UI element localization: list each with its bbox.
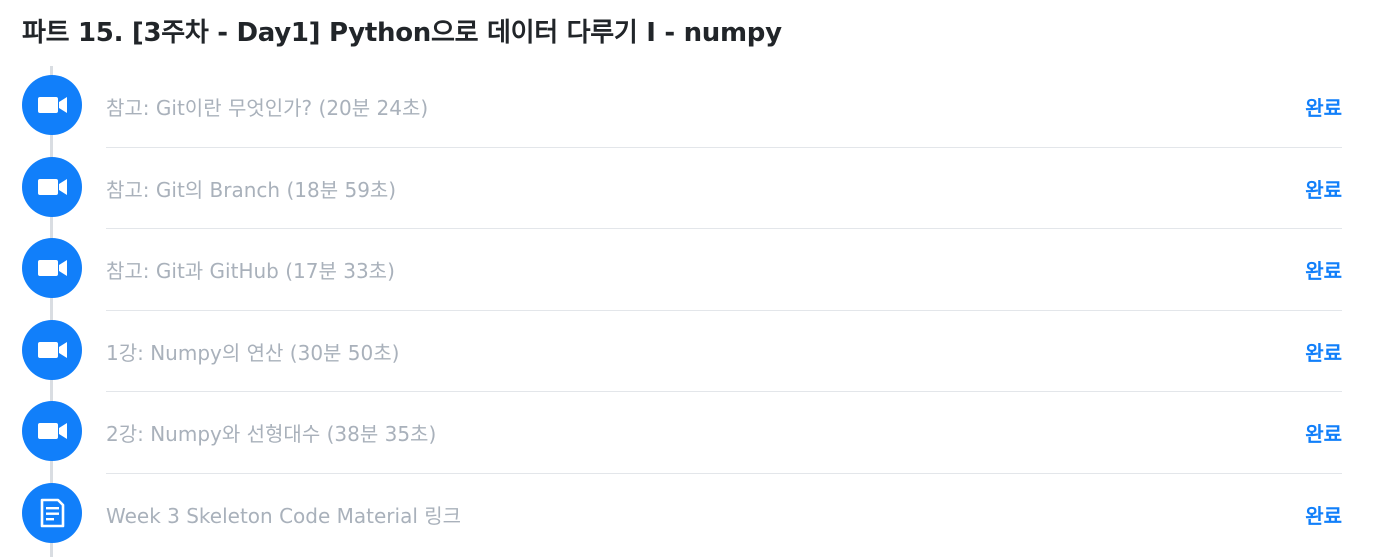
lesson-item[interactable]: 1강: Numpy의 연산 (30분 50초) 완료: [0, 311, 1375, 392]
lesson-item[interactable]: 참고: Git의 Branch (18분 59초) 완료: [0, 148, 1375, 229]
lesson-title[interactable]: Week 3 Skeleton Code Material 링크: [106, 500, 461, 529]
video-camera-icon: [22, 156, 82, 217]
lesson-title[interactable]: 참고: Git이란 무엇인가? (20분 24초): [106, 92, 428, 121]
video-camera-icon: [22, 401, 82, 461]
lesson-complete-button[interactable]: 완료: [1305, 337, 1342, 366]
lesson-list: 참고: Git이란 무엇인가? (20분 24초) 완료 참고: Git의 Br…: [0, 66, 1375, 555]
section-title: 파트 15. [3주차 - Day1] Python으로 데이터 다루기 I -…: [22, 18, 782, 48]
lesson-complete-button[interactable]: 완료: [1305, 174, 1342, 203]
lesson-title[interactable]: 1강: Numpy의 연산 (30분 50초): [106, 337, 399, 366]
lesson-complete-button[interactable]: 완료: [1305, 92, 1342, 121]
video-camera-icon: [22, 319, 82, 380]
lesson-complete-button[interactable]: 완료: [1305, 500, 1342, 529]
lesson-item[interactable]: Week 3 Skeleton Code Material 링크 완료: [0, 474, 1375, 556]
lesson-title[interactable]: 2강: Numpy와 선형대수 (38분 35초): [106, 418, 436, 447]
lesson-title[interactable]: 참고: Git과 GitHub (17분 33초): [106, 255, 395, 284]
video-camera-icon: [22, 75, 82, 135]
lesson-complete-button[interactable]: 완료: [1305, 418, 1342, 447]
lesson-item[interactable]: 참고: Git이란 무엇인가? (20분 24초) 완료: [0, 66, 1375, 148]
lesson-complete-button[interactable]: 완료: [1305, 255, 1342, 284]
lesson-title[interactable]: 참고: Git의 Branch (18분 59초): [106, 174, 396, 203]
lesson-item[interactable]: 2강: Numpy와 선형대수 (38분 35초) 완료: [0, 392, 1375, 474]
lesson-item[interactable]: 참고: Git과 GitHub (17분 33초) 완료: [0, 229, 1375, 311]
document-icon: [22, 482, 82, 543]
video-camera-icon: [22, 238, 82, 298]
